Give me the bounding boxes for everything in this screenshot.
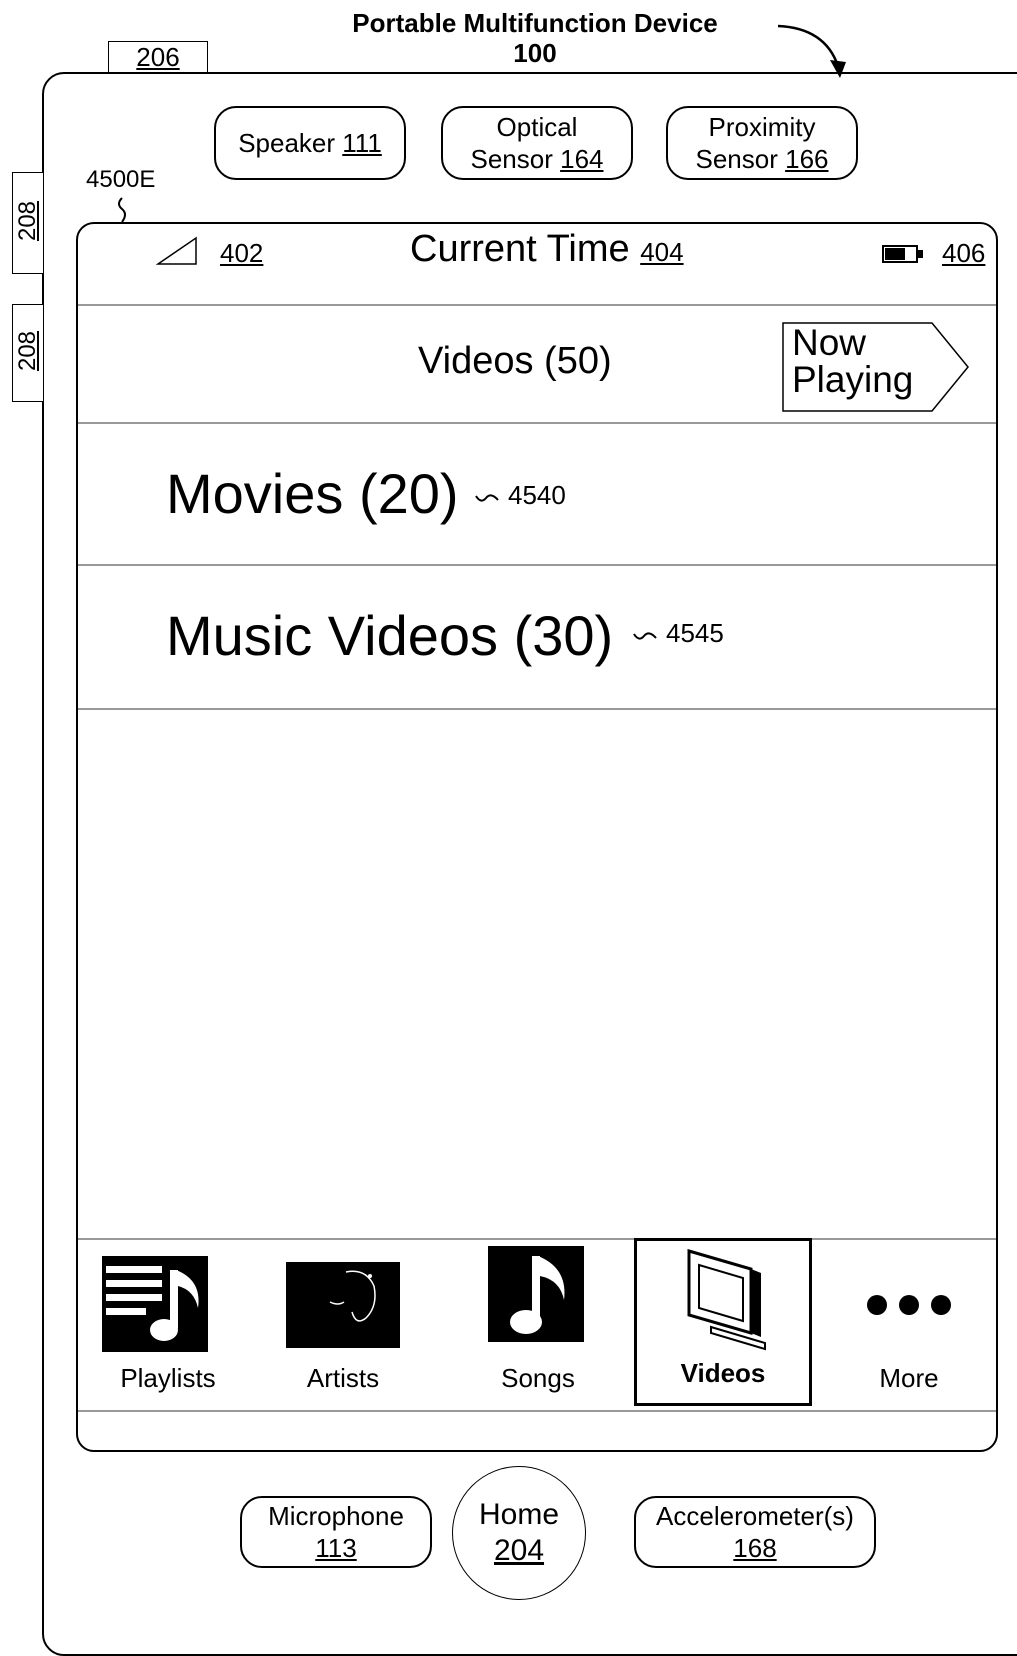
device-title: Portable Multifunction Device 100 [300,8,770,68]
proximity-label2: Sensor [695,144,778,174]
top-button-ref: 206 [136,42,180,72]
status-bar: 402 Current Time 404 406 [78,224,996,306]
device-title-line2: 100 [513,38,557,68]
tab-videos[interactable]: Videos [634,1238,812,1406]
side-button-ref-a: 208 [14,200,41,242]
battery-icon [882,245,923,263]
speaker-box: Speaker 111 [214,106,406,180]
tab-label: Artists [306,1363,380,1393]
nav-bar: Videos (50) Now Playing [78,304,996,424]
current-time-ref: 404 [640,237,684,267]
current-time-label: Current Time [410,228,630,270]
optical-label2: Sensor [470,144,553,174]
home-label: Home [478,1498,560,1531]
now-playing-line1: Now [792,322,867,363]
more-icon [867,1295,951,1315]
accelerometer-num: 168 [733,1533,777,1563]
optical-num: 164 [560,144,604,174]
list-item-ref: 4540 [508,480,566,510]
list-item[interactable]: Music Videos (30) 4545 [78,566,996,710]
music-note-icon [488,1246,584,1342]
nav-title: Videos (50) [418,340,612,382]
proximity-label1: Proximity [708,112,816,142]
reference-arrow-icon [777,24,846,78]
list-item-label: Music Videos (30) [166,604,614,667]
tab-label: Songs [501,1363,575,1393]
home-num: 204 [493,1534,545,1567]
signal-strength-icon [156,236,197,265]
speaker-label: Speaker [238,128,336,158]
microphone-num: 113 [315,1533,357,1563]
device-title-line1: Portable Multifunction Device [352,8,718,38]
list-item-ref: 4545 [666,618,724,648]
side-button-208b: 208 [12,304,43,402]
touch-screen: 402 Current Time 404 406 Videos (50) Now… [76,222,998,1452]
list-item[interactable]: Movies (20) 4540 [78,422,996,566]
tab-artists[interactable]: Artists [258,1240,428,1410]
screen-ref-label: 4500E [86,166,156,193]
tab-label: More [879,1363,939,1393]
playlist-icon [102,1256,208,1352]
signal-ref: 402 [220,238,264,268]
battery-ref: 406 [942,238,986,268]
side-button-208a: 208 [12,172,43,274]
proximity-sensor-box: Proximity Sensor 166 [666,106,858,180]
top-button-206: 206 [108,41,208,72]
side-button-ref-b: 208 [14,330,41,372]
tab-more[interactable]: More [824,1240,994,1410]
list-item-label: Movies (20) [166,462,459,525]
now-playing-label: Now Playing [792,324,913,398]
ref-squiggle-icon [633,632,657,640]
tab-playlists[interactable]: Playlists [88,1240,248,1410]
now-playing-line2: Playing [792,359,914,400]
current-time: Current Time 404 [410,228,684,271]
optical-label1: Optical [496,112,578,142]
ref-squiggle-icon [475,494,499,502]
speaker-num: 111 [342,128,382,158]
proximity-num: 166 [785,144,829,174]
tab-bar: Playlists Artists Songs Videos More [78,1238,996,1412]
tv-icon [687,1249,766,1351]
microphone-box: Microphone 113 [240,1496,432,1568]
tab-label: Videos [680,1358,766,1388]
now-playing-button[interactable]: Now Playing [782,322,972,412]
home-button[interactable]: Home 204 [452,1466,586,1600]
accelerometer-label: Accelerometer(s) [656,1501,854,1531]
microphone-label: Microphone [268,1501,404,1531]
artist-icon [286,1262,400,1348]
accelerometer-box: Accelerometer(s) 168 [634,1496,876,1568]
tab-songs[interactable]: Songs [458,1240,618,1410]
tab-label: Playlists [120,1363,216,1393]
optical-sensor-box: Optical Sensor 164 [441,106,633,180]
screen-ref-squiggle-icon [118,197,126,223]
